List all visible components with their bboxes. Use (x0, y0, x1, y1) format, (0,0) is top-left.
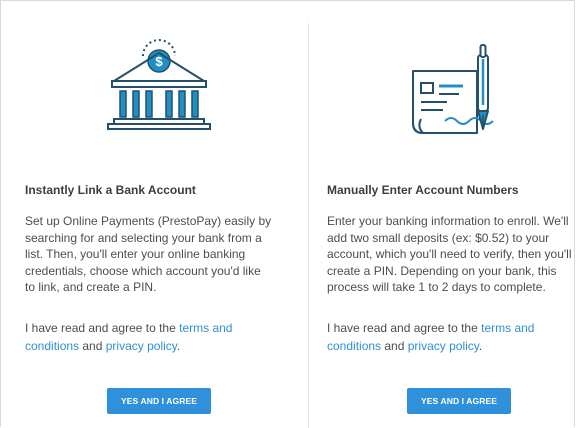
link-bank-agreement-text: I have read and agree to the terms and c… (25, 319, 273, 355)
svg-text:$: $ (155, 54, 163, 69)
check-and-pen-icon (407, 41, 507, 151)
agree-suffix: . (478, 339, 483, 353)
manual-entry-agreement-text: I have read and agree to the terms and c… (327, 319, 575, 355)
agree-suffix: . (176, 339, 181, 353)
manual-entry-title: Manually Enter Account Numbers (327, 183, 519, 197)
manual-entry-option: Manually Enter Account Numbers Enter you… (327, 1, 572, 428)
bank-icon: $ (106, 39, 212, 131)
manual-entry-agree-button[interactable]: YES AND I AGREE (407, 388, 511, 414)
link-bank-title: Instantly Link a Bank Account (25, 183, 196, 197)
link-bank-agree-button[interactable]: YES AND I AGREE (107, 388, 211, 414)
privacy-policy-link[interactable]: privacy policy (408, 339, 479, 353)
privacy-policy-link[interactable]: privacy policy (106, 339, 177, 353)
link-bank-option: $ Instantly Link a Bank Account Set up O… (25, 1, 295, 428)
agree-middle: and (381, 339, 408, 353)
column-divider (308, 23, 309, 428)
agree-prefix: I have read and agree to the (25, 321, 180, 335)
agree-middle: and (79, 339, 106, 353)
manual-entry-description: Enter your banking information to enroll… (327, 214, 572, 294)
enrollment-options-panel: $ Instantly Link a Bank Account Set up O… (0, 0, 575, 428)
link-bank-description: Set up Online Payments (PrestoPay) easil… (25, 214, 272, 294)
agree-prefix: I have read and agree to the (327, 321, 482, 335)
